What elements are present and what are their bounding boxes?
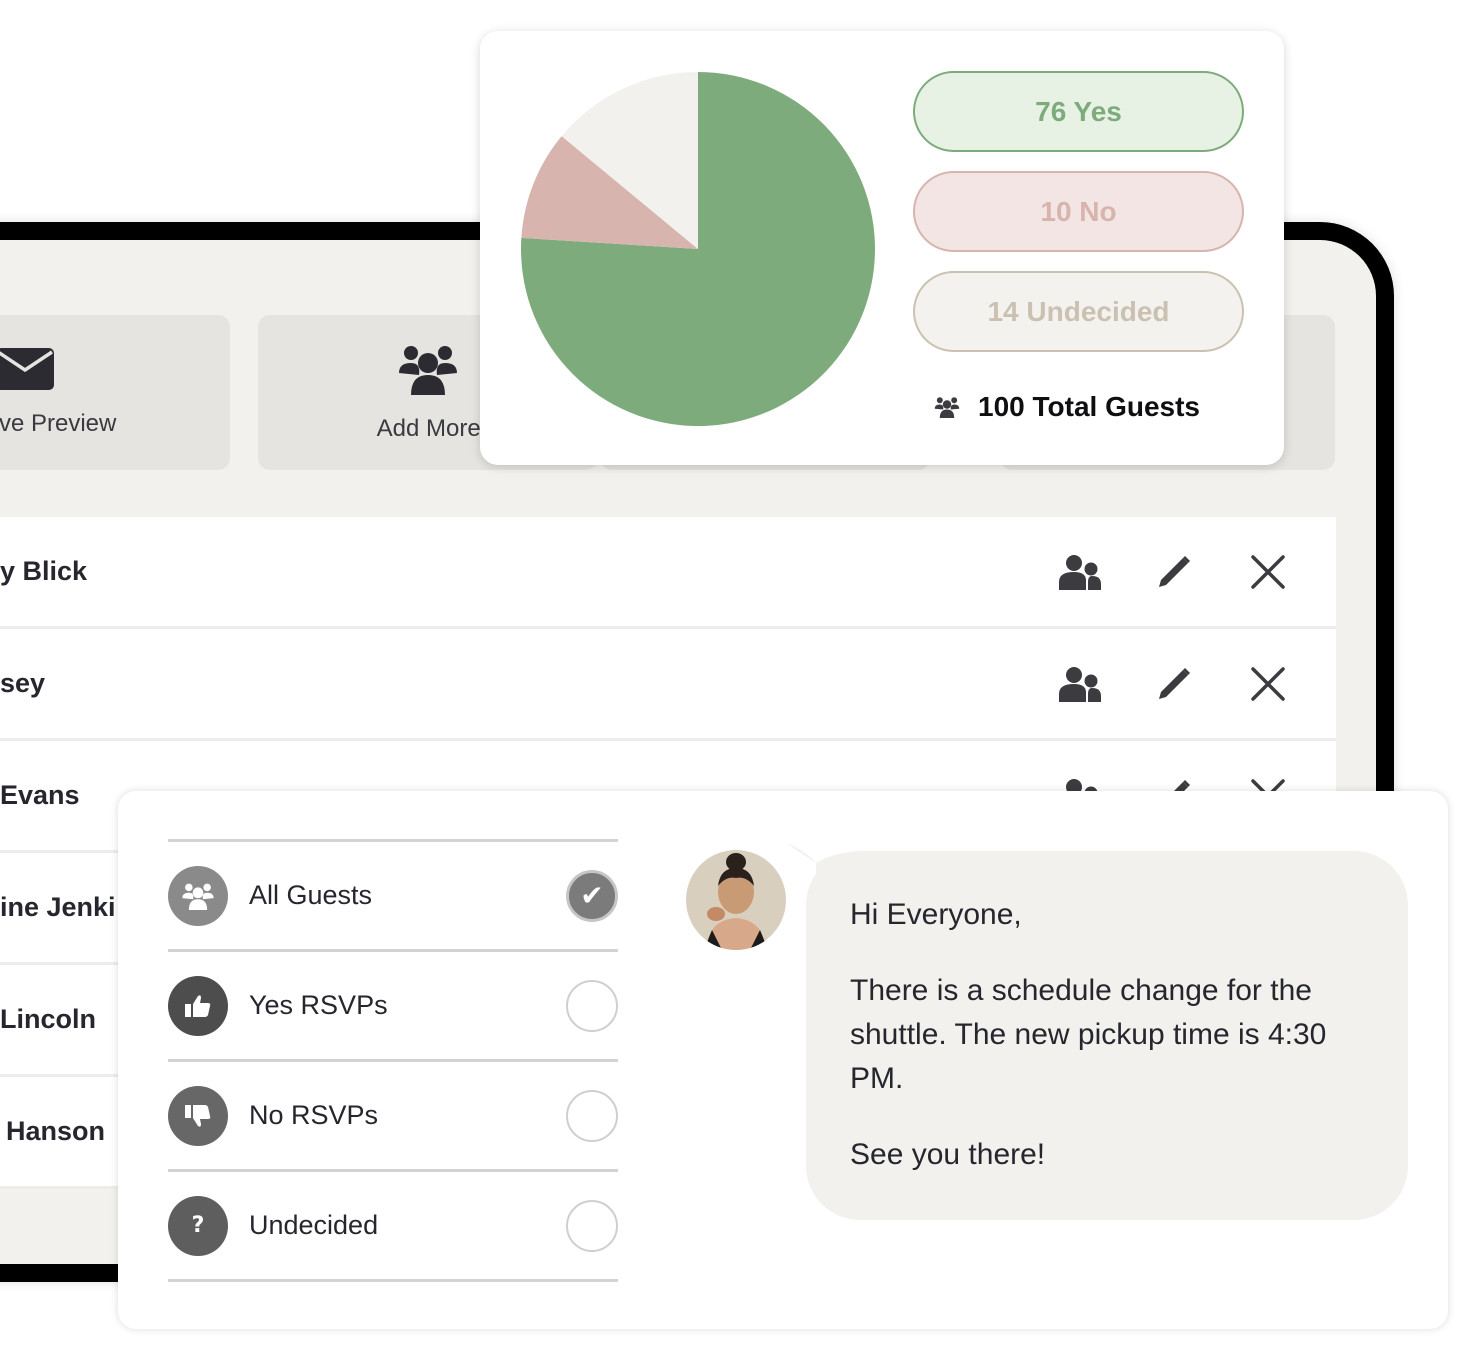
audience-radio[interactable] xyxy=(566,1199,618,1252)
group-icon xyxy=(934,397,960,418)
yes-count-label: 76 Yes xyxy=(1035,95,1122,127)
audience-label: Yes RSVPs xyxy=(249,990,388,1020)
close-icon xyxy=(1251,666,1285,701)
live-preview-label: ive Preview xyxy=(0,409,117,437)
guest-name: Hanson xyxy=(6,1116,106,1146)
total-guests: 100 Total Guests xyxy=(934,391,1200,423)
thumbs-down-icon xyxy=(168,1085,228,1146)
row-actions xyxy=(1055,517,1293,626)
audience-radio[interactable] xyxy=(566,979,618,1032)
table-row: y Blick xyxy=(0,517,1336,629)
envelope-icon xyxy=(0,347,54,390)
rsvp-stats-card: 76 Yes 10 No 14 Undecided 100 Total Gues… xyxy=(480,31,1284,465)
remove-button[interactable] xyxy=(1243,547,1293,597)
audience-radio[interactable] xyxy=(566,1089,618,1142)
users-icon xyxy=(1059,554,1101,590)
message-closing: See you there! xyxy=(850,1138,1046,1171)
sender-avatar xyxy=(686,850,786,950)
message-body: There is a schedule change for the shutt… xyxy=(850,974,1327,1095)
audience-option-undecided[interactable]: ? Undecided xyxy=(168,1172,618,1282)
message-greeting: Hi Everyone, xyxy=(850,898,1022,931)
yes-count-pill[interactable]: 76 Yes xyxy=(913,71,1244,152)
guest-name: sey xyxy=(0,668,46,698)
guest-name: Lincoln xyxy=(0,1004,96,1034)
guest-name: y Blick xyxy=(0,556,88,586)
audience-option-yes-rsvps[interactable]: Yes RSVPs xyxy=(168,952,618,1062)
undecided-count-pill[interactable]: 14 Undecided xyxy=(913,271,1244,352)
audience-label: No RSVPs xyxy=(249,1100,379,1130)
total-guests-label: 100 Total Guests xyxy=(978,391,1201,422)
edit-button[interactable] xyxy=(1149,659,1199,709)
row-actions xyxy=(1055,629,1293,738)
audience-label: Undecided xyxy=(249,1210,379,1240)
audience-list: All Guests ✔ Yes RSVPs No RSVPs ? Undeci… xyxy=(168,839,618,1282)
pencil-icon xyxy=(1159,667,1190,699)
no-count-pill[interactable]: 10 No xyxy=(913,171,1244,252)
edit-button[interactable] xyxy=(1149,547,1199,597)
undecided-count-label: 14 Undecided xyxy=(987,295,1170,327)
message-bubble[interactable]: Hi Everyone, There is a schedule change … xyxy=(786,843,1408,1220)
audience-radio-checked[interactable]: ✔ xyxy=(566,869,618,922)
bubble-tail xyxy=(786,843,866,903)
remove-button[interactable] xyxy=(1243,659,1293,709)
rsvp-pie-chart xyxy=(521,72,875,426)
table-row: sey xyxy=(0,629,1336,741)
audience-label: All Guests xyxy=(249,880,373,910)
pencil-icon xyxy=(1159,555,1190,587)
group-icon xyxy=(168,865,228,926)
close-icon xyxy=(1251,554,1285,589)
party-button[interactable] xyxy=(1055,547,1105,597)
party-button[interactable] xyxy=(1055,659,1105,709)
live-preview-button[interactable]: ive Preview xyxy=(0,315,230,470)
guest-name: ine Jenki xyxy=(0,892,116,922)
users-icon xyxy=(1059,666,1101,702)
message-composer-card: All Guests ✔ Yes RSVPs No RSVPs ? Undeci… xyxy=(118,791,1448,1329)
question-icon: ? xyxy=(168,1195,228,1256)
audience-option-no-rsvps[interactable]: No RSVPs xyxy=(168,1062,618,1172)
group-icon xyxy=(399,345,457,395)
no-count-label: 10 No xyxy=(1040,195,1117,227)
audience-option-all-guests[interactable]: All Guests ✔ xyxy=(168,842,618,952)
thumbs-up-icon xyxy=(168,975,228,1036)
guest-name: Evans xyxy=(0,780,80,810)
